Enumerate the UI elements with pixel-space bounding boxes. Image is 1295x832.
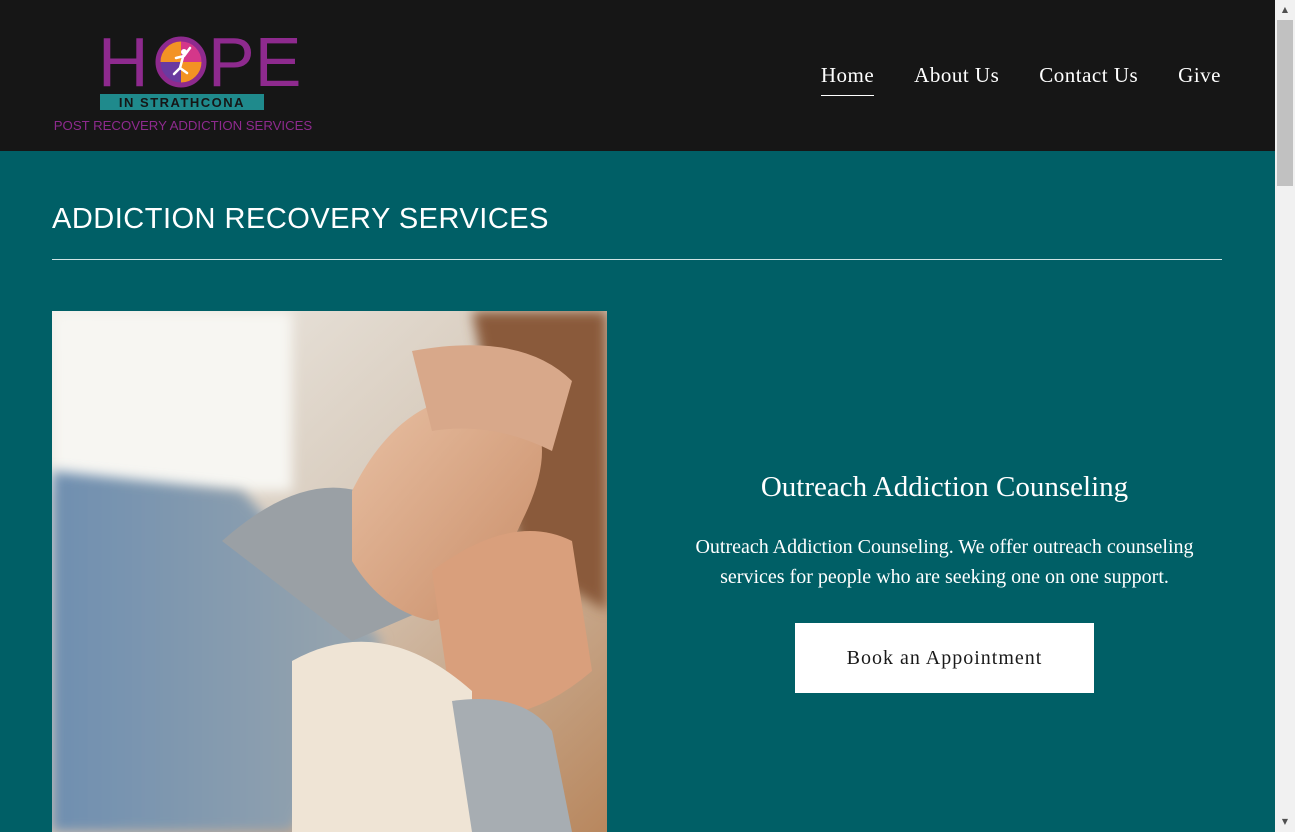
holding-hands-photo xyxy=(52,311,607,832)
main-content: ADDICTION RECOVERY SERVICES Outreach Add… xyxy=(0,151,1275,832)
nav-home[interactable]: Home xyxy=(820,63,875,96)
svg-text:PE: PE xyxy=(208,23,301,101)
section-title: ADDICTION RECOVERY SERVICES xyxy=(52,203,549,235)
book-appointment-button[interactable]: Book an Appointment xyxy=(795,623,1094,693)
svg-text:H: H xyxy=(98,23,149,101)
service-description: Outreach Addiction Counseling. We offer … xyxy=(695,536,1194,588)
scroll-up-icon[interactable]: ▲ xyxy=(1275,2,1295,18)
svg-text:POST RECOVERY ADDICTION SERVIC: POST RECOVERY ADDICTION SERVICES xyxy=(54,118,313,133)
nav-give[interactable]: Give xyxy=(1178,63,1221,96)
svg-text:IN STRATHCONA: IN STRATHCONA xyxy=(119,95,245,110)
nav-about-us[interactable]: About Us xyxy=(914,63,999,96)
site-logo[interactable]: H PE IN STRATHCONA POST RECOVERY ADDICTI… xyxy=(52,18,314,133)
nav-contact-us[interactable]: Contact Us xyxy=(1039,63,1138,96)
scrollbar-thumb[interactable] xyxy=(1277,20,1293,186)
hope-emblem-icon xyxy=(155,36,207,88)
section-divider xyxy=(52,259,1222,260)
vertical-scrollbar[interactable]: ▲ ▼ xyxy=(1275,0,1295,832)
service-title: Outreach Addiction Counseling xyxy=(760,471,1129,503)
scroll-down-icon[interactable]: ▼ xyxy=(1275,814,1295,830)
site-header: H PE IN STRATHCONA POST RECOVERY ADDICTI… xyxy=(0,0,1275,151)
hope-logo-graphic: H PE IN STRATHCONA POST RECOVERY ADDICTI… xyxy=(54,23,313,133)
main-nav: Home About Us Contact Us Give xyxy=(820,63,1221,96)
service-card: Outreach Addiction Counseling Outreach A… xyxy=(667,471,1222,693)
